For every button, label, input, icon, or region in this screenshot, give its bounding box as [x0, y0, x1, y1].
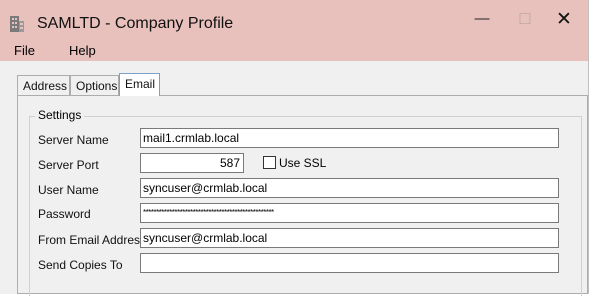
building-icon [10, 16, 24, 32]
user-name-input[interactable]: syncuser@crmlab.local [140, 178, 559, 198]
use-ssl-checkbox[interactable] [263, 156, 276, 169]
minimize-button[interactable]: — [467, 10, 497, 34]
server-port-label: Server Port [38, 158, 99, 172]
company-profile-window: SAMLTD - Company Profile — ☐ ✕ File Help… [0, 0, 589, 296]
menu-bar: File Help [0, 40, 588, 61]
user-name-label: User Name [38, 183, 99, 197]
from-email-input[interactable]: syncuser@crmlab.local [140, 228, 559, 248]
tab-options[interactable]: Options [70, 75, 119, 95]
from-email-label: From Email Address [38, 233, 147, 247]
window-title: SAMLTD - Company Profile [37, 15, 234, 32]
use-ssl-label[interactable]: Use SSL [279, 156, 326, 170]
server-name-label: Server Name [38, 133, 109, 147]
server-name-input[interactable]: mail1.crmlab.local [140, 128, 559, 148]
send-copies-input[interactable] [140, 253, 559, 273]
tab-email[interactable]: Email [119, 73, 160, 96]
password-input[interactable]: ****************************************… [140, 203, 559, 223]
menu-help[interactable]: Help [69, 43, 96, 58]
send-copies-label: Send Copies To [38, 258, 123, 272]
tab-address[interactable]: Address [17, 75, 70, 95]
menu-file[interactable]: File [14, 43, 35, 58]
server-port-input[interactable]: 587 [140, 153, 244, 173]
close-button[interactable]: ✕ [549, 8, 579, 32]
password-label: Password [38, 207, 91, 221]
settings-group-title: Settings [35, 108, 85, 122]
maximize-button[interactable]: ☐ [510, 10, 540, 34]
title-bar[interactable]: SAMLTD - Company Profile — ☐ ✕ [0, 0, 588, 40]
